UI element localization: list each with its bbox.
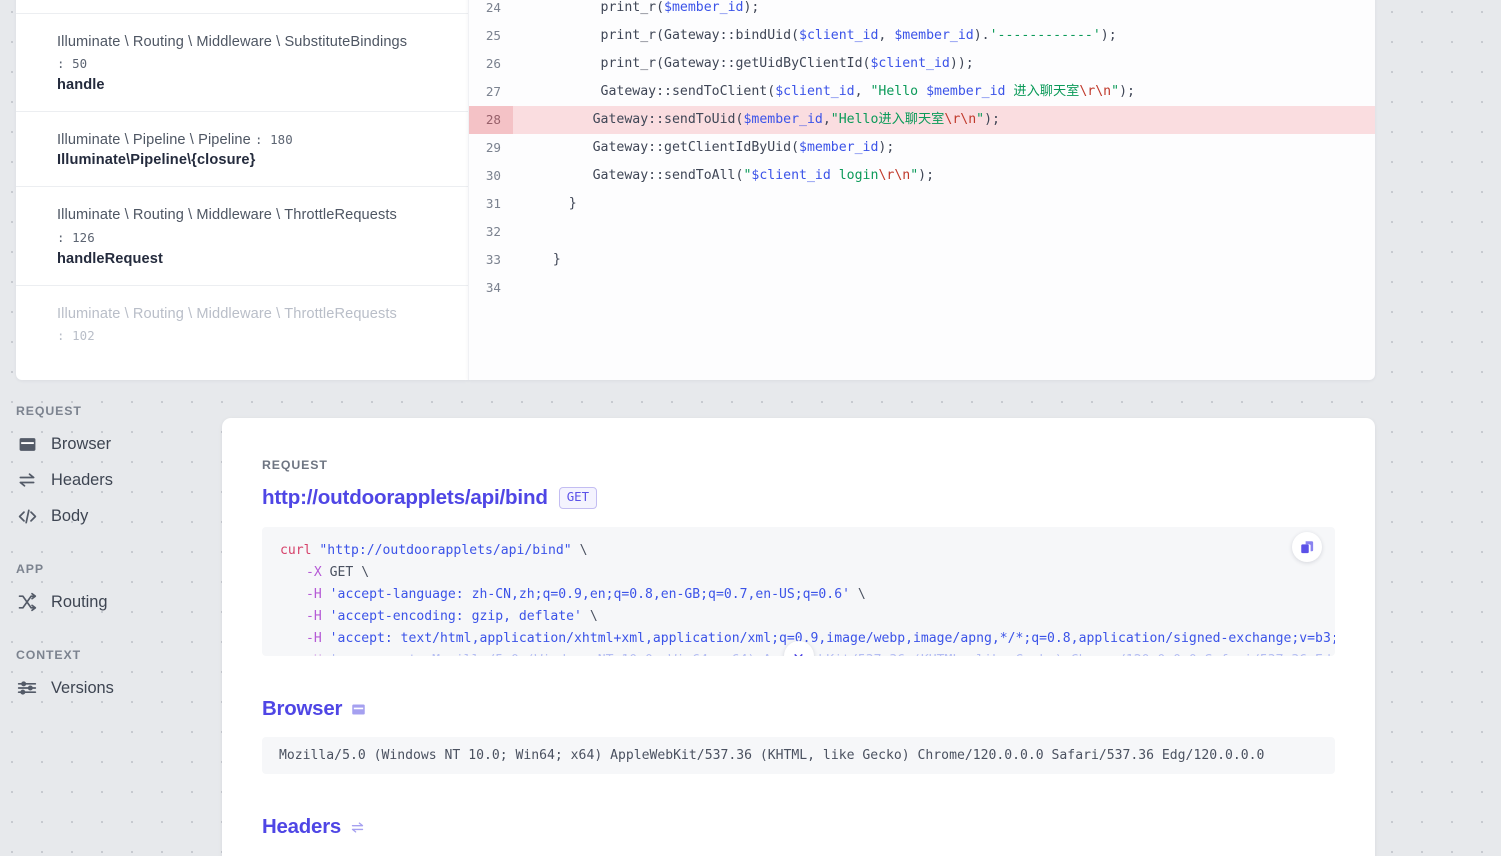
code-line-number: 30 xyxy=(485,168,501,183)
sidebar-item-headers[interactable]: Headers xyxy=(0,462,210,498)
browser-window-icon xyxy=(16,433,38,455)
code-line: 29 Gateway::getClientIdByUid($member_id)… xyxy=(469,134,1375,162)
stack-trace-lineno: : 126 xyxy=(57,230,95,246)
code-line-number: 34 xyxy=(485,280,501,295)
code-line-number: 28 xyxy=(469,106,513,134)
sliders-icon xyxy=(16,677,38,699)
code-line: 31 } xyxy=(469,190,1375,218)
stack-trace-item[interactable]: Illuminate \ Pipeline \ Pipeline : 141 I… xyxy=(16,0,468,14)
stack-trace-panel[interactable]: Illuminate \ Pipeline \ Pipeline : 141 I… xyxy=(16,0,468,380)
stack-trace-class: Illuminate \ Pipeline \ Pipeline xyxy=(57,131,251,148)
code-line-text: Gateway::sendToUid($member_id,"Hello进入聊天… xyxy=(537,112,1000,127)
sidebar-group-title-app: APP xyxy=(16,562,44,576)
headers-section-title: Headers xyxy=(262,816,342,838)
code-line: 26 print_r(Gateway::getUidByClientId($cl… xyxy=(469,50,1375,78)
exchange-arrows-icon xyxy=(16,469,38,491)
curl-line: -H 'accept-encoding: gzip, deflate' \ xyxy=(306,609,598,624)
sidebar-item-browser[interactable]: Browser xyxy=(0,426,210,462)
request-url-row: http://outdoorapplets/api/bind GET xyxy=(262,486,1335,510)
code-line: 27 Gateway::sendToClient($client_id, "He… xyxy=(469,78,1375,106)
code-line-number: 29 xyxy=(485,140,501,155)
code-lines-container: 22// print_r($client_id.'---------------… xyxy=(469,0,1375,302)
code-line: 28 Gateway::sendToUid($member_id,"Hello进… xyxy=(469,106,1375,134)
browser-window-icon xyxy=(351,702,366,717)
stack-trace-item[interactable]: Illuminate \ Routing \ Middleware \ Thro… xyxy=(16,187,468,286)
source-code-viewer[interactable]: 22// print_r($client_id.'---------------… xyxy=(468,0,1375,380)
stack-trace-path: Illuminate \ Routing \ Middleware \ Thro… xyxy=(57,303,446,348)
stack-trace-lineno: : 102 xyxy=(57,328,95,344)
stack-trace-item[interactable]: Illuminate \ Routing \ Middleware \ Subs… xyxy=(16,14,468,112)
stack-trace-item[interactable]: Illuminate \ Pipeline \ Pipeline : 180 I… xyxy=(16,112,468,188)
code-line-number: 33 xyxy=(485,252,501,267)
code-line-text: print_r(Gateway::getUidByClientId($clien… xyxy=(537,56,974,71)
stack-trace-lineno: : 50 xyxy=(57,56,88,72)
stack-trace-class: Illuminate \ Routing \ Middleware \ Thro… xyxy=(57,207,397,224)
curl-lines-container: curl "http://outdoorapplets/api/bind" \ -… xyxy=(280,540,1335,656)
shuffle-icon xyxy=(16,591,38,613)
curl-line: -H 'accept-language: zh-CN,zh;q=0.9,en;q… xyxy=(306,587,866,602)
sidebar-group-title-request: REQUEST xyxy=(16,404,82,418)
code-line-number: 26 xyxy=(485,56,501,71)
stack-trace-function: handle xyxy=(57,76,105,93)
code-brackets-icon xyxy=(16,505,38,527)
browser-section-header: Browser xyxy=(262,698,1335,721)
code-line-number: 25 xyxy=(485,28,501,43)
sidebar-group-title-context: CONTEXT xyxy=(16,648,82,662)
code-line: 25 print_r(Gateway::bindUid($client_id, … xyxy=(469,22,1375,50)
debug-top-row: Illuminate \ Pipeline \ Pipeline : 141 I… xyxy=(0,0,1375,380)
code-line: 32 xyxy=(469,218,1375,246)
sidebar-item-versions[interactable]: Versions xyxy=(0,670,210,706)
curl-command-block[interactable]: curl "http://outdoorapplets/api/bind" \ -… xyxy=(262,527,1335,656)
request-section-label: REQUEST xyxy=(262,458,328,472)
curl-line: curl "http://outdoorapplets/api/bind" \ xyxy=(280,543,588,558)
sidebar-label: Browser xyxy=(51,434,112,453)
left-sidebar: REQUEST Browser Headers Body APP Routing… xyxy=(0,404,210,706)
code-line: 30 Gateway::sendToAll("$client_id login\… xyxy=(469,162,1375,190)
headers-section-header: Headers xyxy=(262,816,1335,839)
copy-icon[interactable] xyxy=(1292,532,1322,562)
code-line: 33 } xyxy=(469,246,1375,274)
request-detail-card: REQUEST http://outdoorapplets/api/bind G… xyxy=(222,418,1375,856)
sidebar-item-body[interactable]: Body xyxy=(0,498,210,534)
sidebar-label: Headers xyxy=(51,470,113,489)
stack-trace-path: Illuminate \ Pipeline \ Pipeline : 180 xyxy=(57,129,446,152)
code-line-text: Gateway::sendToAll("$client_id login\r\n… xyxy=(537,168,935,183)
code-line-number: 24 xyxy=(485,0,501,15)
code-line: 24 print_r($member_id); xyxy=(469,0,1375,22)
user-agent-value: Mozilla/5.0 (Windows NT 10.0; Win64; x64… xyxy=(262,737,1335,774)
request-url[interactable]: http://outdoorapplets/api/bind xyxy=(262,486,548,510)
stack-trace-path: Illuminate \ Routing \ Middleware \ Thro… xyxy=(57,204,446,249)
stack-trace-path: Illuminate \ Routing \ Middleware \ Subs… xyxy=(57,31,446,76)
browser-section-title: Browser xyxy=(262,698,343,720)
code-line-number: 32 xyxy=(485,224,501,239)
stack-trace-lineno: : 180 xyxy=(255,131,293,147)
code-line-text: Gateway::sendToClient($client_id, "Hello… xyxy=(537,84,1135,99)
sidebar-label: Routing xyxy=(51,592,108,611)
stack-trace-class: Illuminate \ Routing \ Middleware \ Subs… xyxy=(57,33,408,50)
curl-line: -X GET \ xyxy=(306,565,370,580)
sidebar-label: Versions xyxy=(51,678,114,697)
stack-trace-item[interactable]: Illuminate \ Routing \ Middleware \ Thro… xyxy=(16,286,468,366)
stack-trace-function: handleRequest xyxy=(57,250,163,267)
code-line-number: 31 xyxy=(485,196,501,211)
code-line-text: } xyxy=(537,252,561,267)
code-line-text: print_r($member_id); xyxy=(537,0,760,15)
code-line: 34 xyxy=(469,274,1375,302)
sidebar-label: Body xyxy=(51,506,89,525)
code-line-text: print_r(Gateway::bindUid($client_id, $me… xyxy=(537,28,1117,43)
sidebar-item-routing[interactable]: Routing xyxy=(0,584,210,620)
stack-trace-class: Illuminate \ Routing \ Middleware \ Thro… xyxy=(57,305,397,322)
request-method-badge: GET xyxy=(558,487,598,509)
exchange-arrows-icon xyxy=(350,820,365,835)
code-line-number: 27 xyxy=(485,84,501,99)
code-line-text: Gateway::getClientIdByUid($member_id); xyxy=(537,140,895,155)
stack-trace-function: Illuminate\Pipeline\{closure} xyxy=(57,152,256,169)
code-line-text: } xyxy=(537,196,577,211)
